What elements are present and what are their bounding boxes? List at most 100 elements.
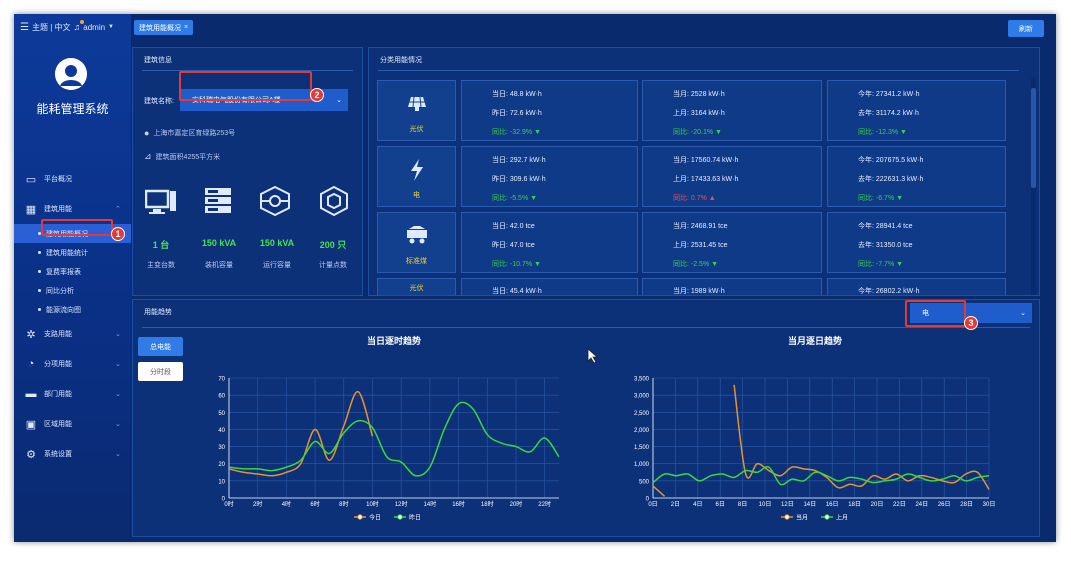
stat-yoy-year: 同比: -12.3% ▼ xyxy=(858,129,907,136)
series-line-previous xyxy=(652,466,990,486)
step-marker-3: 3 xyxy=(964,316,978,330)
legend-marker xyxy=(397,514,403,520)
kpi-installed-capacity: 150 kVA xyxy=(201,238,237,248)
tab-label: 建筑用能概况 xyxy=(139,24,181,32)
sidebar-subitem-yoy-analysis[interactable]: 同比分析 xyxy=(14,281,131,300)
daily-trend-chart: 05001,0001,5002,0002,5003,0003,5000日 2日 4日… xyxy=(634,377,996,522)
x-tick-label: 20日 xyxy=(871,501,884,508)
kpi-running-capacity: 150 kVA xyxy=(259,238,295,248)
energy-trend-panel: 用能趋势 电 ⌄ 总电能 分时段 当日逐时趋势 当月逐日趋势 0 10 20 30 40… xyxy=(132,299,1040,537)
category-pv[interactable]: 光伏 xyxy=(377,80,456,141)
category-pv-2[interactable]: 光伏 xyxy=(377,278,456,295)
building-address: ● 上海市嘉定区育绿路253号 xyxy=(144,128,235,138)
series-line-current xyxy=(228,390,374,477)
stat-today: 当日: 42.0 tce xyxy=(492,223,535,230)
mouse-cursor-icon xyxy=(587,348,599,364)
category-energy-panel: 分类用能情况 光伏 当日: 48.8 kW·h 昨日: 72.6 kW·h 同比… xyxy=(368,47,1040,296)
region-icon: ▣ xyxy=(25,418,37,431)
legend-label: 昨日 xyxy=(409,514,421,522)
y-tick-label: 1,500 xyxy=(634,445,650,451)
stat-this-month: 当月: 17560.74 kW·h xyxy=(673,157,739,164)
chevron-down-icon: ⌄ xyxy=(115,421,121,428)
category-label: 光伏 xyxy=(409,126,424,133)
theme-language-menu[interactable]: 主题 | 中文 xyxy=(32,22,71,33)
folder-icon: ▬ xyxy=(25,388,37,400)
sidebar-nav: ▭ 平台概况 ▦ 建筑用能 ⌃ 建筑用能概况 建筑用能统计 复费率报表 同比分析… xyxy=(14,164,131,469)
y-tick-label: 10 xyxy=(218,479,225,485)
chevron-down-icon[interactable]: ▼ xyxy=(108,24,114,30)
bell-icon[interactable]: ♫ xyxy=(74,20,84,32)
highlight-box xyxy=(905,300,966,327)
ruler-icon: ⊿ xyxy=(144,151,152,161)
chevron-down-icon: ⌄ xyxy=(115,391,121,398)
category-label: 标准煤 xyxy=(406,258,427,265)
stat-yoy-day: 同比: -5.5% ▼ xyxy=(492,195,538,202)
x-tick-label: 30日 xyxy=(983,501,996,508)
panel-title: 建筑信息 xyxy=(144,57,172,64)
stat-last-month: 上月: 3164 kW·h xyxy=(673,110,725,117)
y-tick-label: 30 xyxy=(218,445,225,451)
sidebar-item-settings[interactable]: ⚙ 系统设置 ⌄ xyxy=(14,439,131,469)
kpi-transformer-count: 1 台 xyxy=(152,240,170,250)
user-name[interactable]: admin xyxy=(83,23,105,32)
category-electricity[interactable]: 电 xyxy=(377,146,456,207)
stat-last-month: 上月: 2531.45 tce xyxy=(673,242,728,249)
refresh-button[interactable]: 刷新 xyxy=(1008,20,1044,37)
server-icon xyxy=(205,188,231,213)
stat-month: 当月: 2468.91 tce 上月: 2531.45 tce 同比: -2.5… xyxy=(642,212,822,273)
scrollbar-thumb[interactable] xyxy=(1031,88,1036,188)
sidebar-item-label: 建筑用能 xyxy=(44,206,72,213)
sidebar-item-label: 系统设置 xyxy=(44,451,72,458)
x-tick-label: 12时 xyxy=(395,500,408,508)
stat-year: 今年: 27341.2 kW·h 去年: 31174.2 kW·h 同比: -1… xyxy=(827,80,1006,141)
settings-icon: ⚙ xyxy=(26,448,36,461)
x-tick-label: 16时 xyxy=(452,500,465,508)
branch-icon: ✲ xyxy=(26,328,36,341)
sidebar-item-subitem-energy[interactable]: ◔ 分项用能 ⌄ xyxy=(14,349,131,379)
close-icon[interactable]: × xyxy=(184,24,188,31)
sidebar-subitem-rate-report[interactable]: 复费率报表 xyxy=(14,262,131,281)
stat-yoy-day: 同比: -32.9% ▼ xyxy=(492,129,541,136)
x-tick-label: 0日 xyxy=(648,501,657,508)
x-tick-label: 8日 xyxy=(738,501,747,508)
kpi-label: 装机容量 xyxy=(205,262,233,269)
solar-panel-icon xyxy=(408,96,426,111)
time-period-button[interactable]: 分时段 xyxy=(138,362,183,381)
sidebar-subitem-building-stats[interactable]: 建筑用能统计 xyxy=(14,243,131,262)
sidebar-subitem-energy-flow[interactable]: 能源流向图 xyxy=(14,300,131,319)
kpi-label: 主变台数 xyxy=(147,262,175,269)
x-tick-label: 6时 xyxy=(310,500,319,508)
stat-last-month: 上月: 17433.63 kW·h xyxy=(673,176,739,183)
sidebar-item-region[interactable]: ▣ 区域用能 ⌄ xyxy=(14,409,131,439)
sidebar-item-branch[interactable]: ✲ 支路用能 ⌄ xyxy=(14,319,131,349)
stat-today: 当日: 48.8 kW·h xyxy=(492,91,542,98)
stat-yesterday: 昨日: 47.0 tce xyxy=(492,242,535,249)
chevron-up-icon: ⌃ xyxy=(115,206,121,213)
total-energy-button[interactable]: 总电能 xyxy=(138,337,183,356)
meter-icon xyxy=(320,186,348,216)
x-tick-label: 26日 xyxy=(938,501,951,508)
stat-day: 当日: 292.7 kW·h 昨日: 309.6 kW·h 同比: -5.5% … xyxy=(461,146,638,207)
stat-this-month: 当月: 2528 kW·h xyxy=(673,91,725,98)
y-tick-label: 50 xyxy=(218,411,225,417)
stat-last-year: 去年: 31350.0 tce xyxy=(858,242,913,249)
y-tick-label: 20 xyxy=(218,462,225,468)
x-tick-label: 2日 xyxy=(671,501,680,508)
y-tick-label: 3,000 xyxy=(634,394,650,400)
sidebar-item-platform[interactable]: ▭ 平台概况 xyxy=(14,164,131,194)
category-standard-coal[interactable]: 标准煤 xyxy=(377,212,456,273)
stat-this-month: 当月: 2468.91 tce xyxy=(673,223,728,230)
location-pin-icon: ● xyxy=(144,128,150,138)
y-tick-label: 2,500 xyxy=(634,411,650,417)
sidebar-subitem-label: 能源流向图 xyxy=(46,306,81,314)
monitor-icon: ▭ xyxy=(25,173,37,186)
sidebar-item-department[interactable]: ▬ 部门用能 ⌄ xyxy=(14,379,131,409)
hamburger-menu-icon[interactable]: ☰ xyxy=(20,22,29,33)
address-text: 上海市嘉定区育绿路253号 xyxy=(153,130,236,137)
tab-building-overview[interactable]: 建筑用能概况 × xyxy=(134,20,194,35)
category-label: 光伏 xyxy=(409,285,424,292)
x-tick-label: 0时 xyxy=(224,500,233,508)
x-tick-label: 14时 xyxy=(424,500,437,508)
stat-yoy-month: 同比: -2.5% ▼ xyxy=(673,261,719,268)
divider xyxy=(378,70,1019,71)
